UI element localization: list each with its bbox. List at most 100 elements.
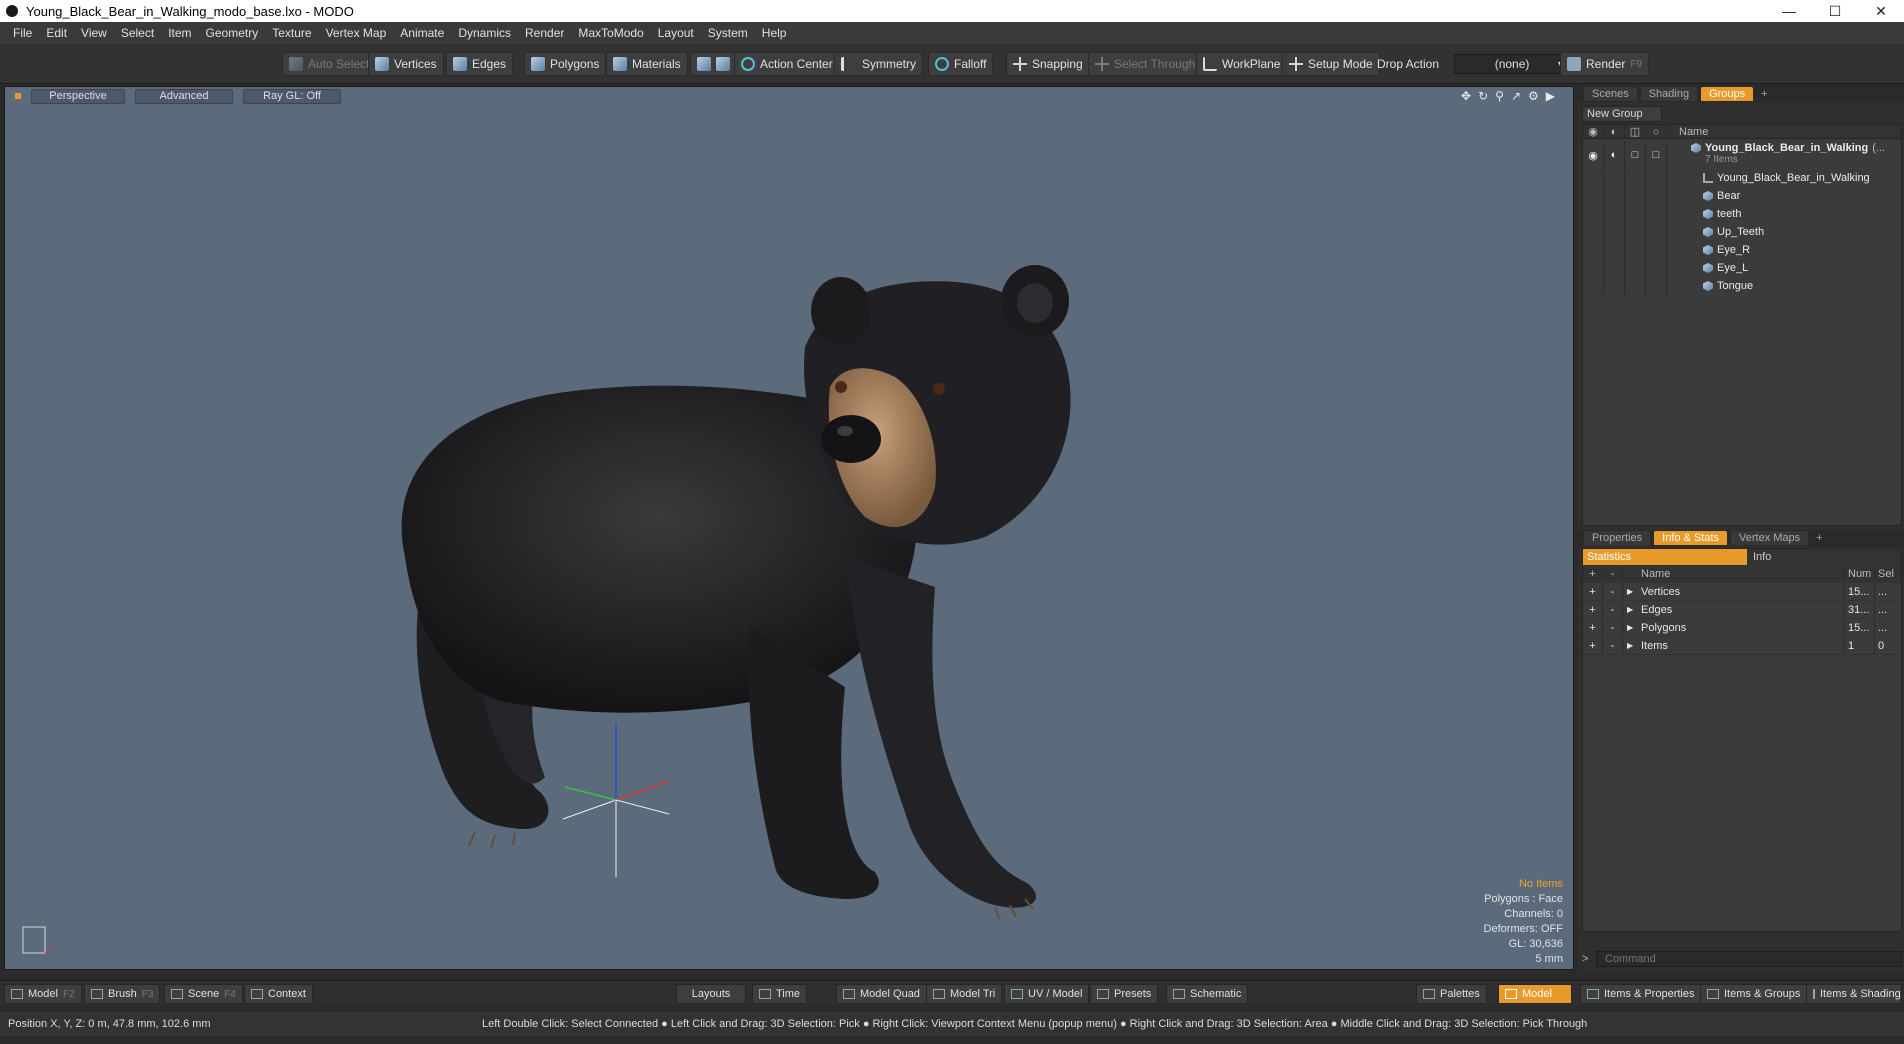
menu-select[interactable]: Select <box>114 26 161 40</box>
gear-icon[interactable]: ⚙ <box>1528 89 1539 103</box>
context-layout-button[interactable]: Context <box>244 984 313 1004</box>
menu-item[interactable]: Item <box>161 26 198 40</box>
expand-all-icon[interactable]: + <box>1583 565 1603 582</box>
menu-animate[interactable]: Animate <box>393 26 451 40</box>
select-toggle[interactable]: □ <box>1646 142 1667 168</box>
schematic-button[interactable]: Schematic <box>1166 984 1249 1004</box>
rotate-icon[interactable]: ↻ <box>1478 89 1488 103</box>
items-properties-button[interactable]: Items & Properties <box>1580 984 1702 1004</box>
setup-mode-button[interactable]: Setup Mode <box>1282 52 1380 76</box>
polygons-button[interactable]: Polygons <box>524 52 607 76</box>
menu-edit[interactable]: Edit <box>39 26 74 40</box>
expand-arrow-icon[interactable]: ▶ <box>1623 623 1635 632</box>
close-icon[interactable]: ✕ <box>1858 0 1904 22</box>
plus-icon[interactable]: + <box>1583 601 1603 618</box>
visibility-col-icon[interactable]: ◉ <box>1583 125 1604 138</box>
uv-model-button[interactable]: UV / Model <box>1004 984 1090 1004</box>
expand-arrow-icon[interactable]: ▶ <box>1623 587 1635 596</box>
plus-icon[interactable]: + <box>1583 619 1603 636</box>
add-tab-icon[interactable]: + <box>1757 88 1771 100</box>
model-active-button[interactable]: Model <box>1498 984 1572 1004</box>
command-input[interactable] <box>1596 951 1902 967</box>
table-row[interactable]: + - ▶ Items 1 0 <box>1583 637 1901 655</box>
tab-properties[interactable]: Properties <box>1584 531 1651 545</box>
menu-texture[interactable]: Texture <box>265 26 318 40</box>
falloff-button[interactable]: Falloff <box>928 52 994 76</box>
render-toggle[interactable]: ◐ <box>1604 142 1625 168</box>
menu-layout[interactable]: Layout <box>651 26 701 40</box>
model-quad-button[interactable]: Model Quad <box>836 984 927 1004</box>
layouts-button[interactable]: Layouts <box>676 984 746 1004</box>
viewport-menu-icon[interactable] <box>15 93 21 99</box>
list-item[interactable]: Young_Black_Bear_in_Walking <box>1583 169 1901 187</box>
list-item[interactable]: Up_Teeth <box>1583 223 1901 241</box>
table-row[interactable]: + - ▶ Vertices 15... ... <box>1583 583 1901 601</box>
fit-icon[interactable]: ↗ <box>1511 89 1521 103</box>
edges-button[interactable]: Edges <box>446 52 514 76</box>
group-root-row[interactable]: ◉ ◐ □ □ Young_Black_Bear_in_Walking (...… <box>1583 139 1901 169</box>
menu-file[interactable]: File <box>6 26 39 40</box>
items-shading-button[interactable]: Items & Shading <box>1806 984 1902 1004</box>
list-item[interactable]: Bear <box>1583 187 1901 205</box>
raygl-dropdown[interactable]: Ray GL: Off <box>243 88 341 104</box>
select-col-icon[interactable]: ○ <box>1646 125 1667 138</box>
list-item[interactable]: Tongue <box>1583 277 1901 295</box>
model-layout-button[interactable]: Model F2 <box>4 984 82 1004</box>
menu-dynamics[interactable]: Dynamics <box>451 26 518 40</box>
menu-maxtomodo[interactable]: MaxToModo <box>571 26 650 40</box>
visibility-toggle[interactable]: ◉ <box>1583 142 1604 168</box>
presets-button[interactable]: Presets <box>1090 984 1159 1004</box>
expand-arrow-icon[interactable]: ▶ <box>1623 641 1635 650</box>
play-icon[interactable]: ▶ <box>1546 89 1555 103</box>
minus-icon[interactable]: - <box>1603 637 1623 654</box>
component-mode-buttons[interactable] <box>690 52 737 76</box>
materials-button[interactable]: Materials <box>606 52 688 76</box>
view-mode-dropdown[interactable]: Perspective <box>31 88 125 104</box>
table-row[interactable]: + - ▶ Polygons 15... ... <box>1583 619 1901 637</box>
new-group-button[interactable]: New Group <box>1582 106 1662 122</box>
maximize-icon[interactable]: ☐ <box>1812 0 1858 22</box>
tab-groups[interactable]: Groups <box>1701 87 1754 101</box>
collapse-all-icon[interactable]: - <box>1603 565 1623 582</box>
lock-toggle[interactable]: □ <box>1625 142 1646 168</box>
list-item[interactable]: Eye_R <box>1583 241 1901 259</box>
render-button[interactable]: Render F9 <box>1560 52 1650 76</box>
3d-viewport[interactable]: Perspective Advanced Ray GL: Off ✥ ↻ ⚲ ↗… <box>4 86 1574 970</box>
add-tab-icon[interactable]: + <box>1812 532 1826 544</box>
lock-col-icon[interactable]: ◫ <box>1625 125 1646 138</box>
tab-info-stats[interactable]: Info & Stats <box>1654 531 1728 545</box>
menu-view[interactable]: View <box>74 26 114 40</box>
plus-icon[interactable]: + <box>1583 583 1603 600</box>
workplane-button[interactable]: WorkPlane <box>1196 52 1288 76</box>
shading-mode-dropdown[interactable]: Advanced <box>135 88 233 104</box>
tab-info[interactable]: Info <box>1747 549 1901 565</box>
menu-render[interactable]: Render <box>518 26 571 40</box>
tab-vertex-maps[interactable]: Vertex Maps <box>1731 531 1809 545</box>
items-groups-button[interactable]: Items & Groups <box>1700 984 1808 1004</box>
time-button[interactable]: Time <box>752 984 808 1004</box>
list-item[interactable]: teeth <box>1583 205 1901 223</box>
model-tri-button[interactable]: Model Tri <box>926 984 1003 1004</box>
pan-icon[interactable]: ✥ <box>1461 89 1471 103</box>
select-through-button[interactable]: Select Through <box>1088 52 1203 76</box>
expand-arrow-icon[interactable]: ▶ <box>1623 605 1635 614</box>
tab-statistics[interactable]: Statistics <box>1583 549 1747 565</box>
drop-action-select[interactable]: (none)▼ <box>1454 54 1571 74</box>
list-item[interactable]: Eye_L <box>1583 259 1901 277</box>
menu-help[interactable]: Help <box>755 26 794 40</box>
tab-shading[interactable]: Shading <box>1640 87 1698 101</box>
menu-geometry[interactable]: Geometry <box>199 26 266 40</box>
symmetry-button[interactable]: Symmetry <box>834 52 923 76</box>
table-row[interactable]: + - ▶ Edges 31... ... <box>1583 601 1901 619</box>
minimize-icon[interactable]: — <box>1766 0 1812 22</box>
scene-layout-button[interactable]: Scene F4 <box>164 984 243 1004</box>
menu-vertex-map[interactable]: Vertex Map <box>319 26 394 40</box>
auto-select-button[interactable]: Auto Select <box>282 52 377 76</box>
minus-icon[interactable]: - <box>1603 619 1623 636</box>
minus-icon[interactable]: - <box>1603 583 1623 600</box>
zoom-icon[interactable]: ⚲ <box>1495 89 1504 103</box>
brush-layout-button[interactable]: Brush F3 <box>84 984 161 1004</box>
render-col-icon[interactable]: ◐ <box>1604 125 1625 138</box>
tab-scenes[interactable]: Scenes <box>1584 87 1637 101</box>
action-center-button[interactable]: Action Center <box>734 52 840 76</box>
